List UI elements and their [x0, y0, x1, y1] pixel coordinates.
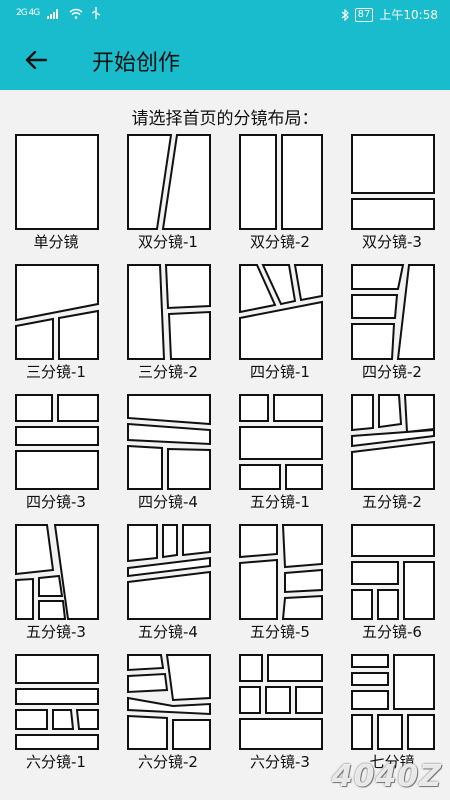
back-button[interactable]	[20, 44, 52, 76]
layout-option[interactable]: 双分镜-3	[336, 134, 448, 262]
layout-thumbnail	[15, 134, 99, 230]
layout-thumbnail	[239, 654, 323, 750]
layout-option[interactable]: 双分镜-1	[112, 134, 224, 262]
layout-thumbnail	[127, 134, 211, 230]
layout-thumbnail	[351, 134, 435, 230]
layout-thumbnail	[15, 654, 99, 750]
layout-label: 六分镜-2	[138, 753, 198, 771]
layout-thumbnail	[127, 654, 211, 750]
layout-option[interactable]: 三分镜-1	[0, 264, 112, 392]
arrow-left-icon	[25, 51, 47, 69]
page-title: 开始创作	[92, 51, 181, 76]
layout-label: 双分镜-2	[250, 233, 310, 251]
layout-thumbnail	[127, 264, 211, 360]
layout-label: 双分镜-1	[138, 233, 198, 251]
layout-option[interactable]: 双分镜-2	[224, 134, 336, 262]
layout-label: 四分镜-1	[250, 363, 310, 381]
layout-option[interactable]: 四分镜-4	[112, 394, 224, 522]
layout-option[interactable]: 三分镜-2	[112, 264, 224, 392]
signal-icon	[47, 8, 59, 19]
status-bar: 2G 4G 87 上午10:58	[0, 0, 450, 30]
wifi-icon	[69, 8, 83, 19]
instruction-text: 请选择首页的分镜布局：	[131, 109, 319, 129]
layout-thumbnail	[351, 264, 435, 360]
app-bar: 开始创作	[0, 30, 450, 90]
watermark-logo: 4040Z	[331, 759, 442, 794]
layout-thumbnail	[239, 134, 323, 230]
layout-label: 五分镜-1	[250, 493, 310, 511]
layout-option[interactable]: 四分镜-2	[336, 264, 448, 392]
layout-label: 五分镜-6	[362, 623, 422, 641]
layout-thumbnail	[15, 394, 99, 490]
layout-option[interactable]: 四分镜-1	[224, 264, 336, 392]
layout-thumbnail	[239, 524, 323, 620]
usb-icon	[91, 7, 101, 19]
layout-option[interactable]: 六分镜-2	[112, 654, 224, 782]
layout-picker: 请选择首页的分镜布局： 单分镜 双分镜-1 双分镜-2 双分镜-3 三分镜-1 …	[0, 90, 450, 800]
network-type: 2G 4G	[16, 8, 40, 18]
layout-label: 单分镜	[33, 233, 79, 251]
layout-label: 五分镜-3	[26, 623, 86, 641]
status-time: 上午10:58	[379, 8, 438, 22]
layout-thumbnail	[239, 394, 323, 490]
layout-label: 四分镜-3	[26, 493, 86, 511]
layout-option[interactable]: 六分镜-1	[0, 654, 112, 782]
layout-thumbnail	[239, 264, 323, 360]
layout-label: 双分镜-3	[362, 233, 422, 251]
layout-label: 三分镜-2	[138, 363, 198, 381]
battery-icon: 87	[354, 7, 374, 22]
layout-option[interactable]: 五分镜-2	[336, 394, 448, 522]
layout-option[interactable]: 五分镜-4	[112, 524, 224, 652]
bluetooth-icon	[341, 8, 349, 21]
layout-option[interactable]: 五分镜-1	[224, 394, 336, 522]
status-right: 87 上午10:58	[341, 6, 438, 23]
layout-option[interactable]: 四分镜-3	[0, 394, 112, 522]
layout-option[interactable]: 五分镜-6	[336, 524, 448, 652]
layout-option[interactable]: 五分镜-5	[224, 524, 336, 652]
layout-label: 四分镜-2	[362, 363, 422, 381]
layout-label: 五分镜-5	[250, 623, 310, 641]
layout-option[interactable]: 单分镜	[0, 134, 112, 262]
layout-thumbnail	[15, 524, 99, 620]
layout-thumbnail	[127, 394, 211, 490]
layout-label: 四分镜-4	[138, 493, 198, 511]
layout-thumbnail	[127, 524, 211, 620]
layout-label: 三分镜-1	[26, 363, 86, 381]
layout-thumbnail	[351, 654, 435, 750]
layout-option[interactable]: 五分镜-3	[0, 524, 112, 652]
status-left: 2G 4G	[16, 7, 101, 19]
layout-option[interactable]: 六分镜-3	[224, 654, 336, 782]
layout-label: 六分镜-3	[250, 753, 310, 771]
layout-label: 五分镜-2	[362, 493, 422, 511]
layout-thumbnail	[351, 394, 435, 490]
layout-label: 六分镜-1	[26, 753, 86, 771]
layout-thumbnail	[15, 264, 99, 360]
layout-label: 五分镜-4	[138, 623, 198, 641]
layout-thumbnail	[351, 524, 435, 620]
